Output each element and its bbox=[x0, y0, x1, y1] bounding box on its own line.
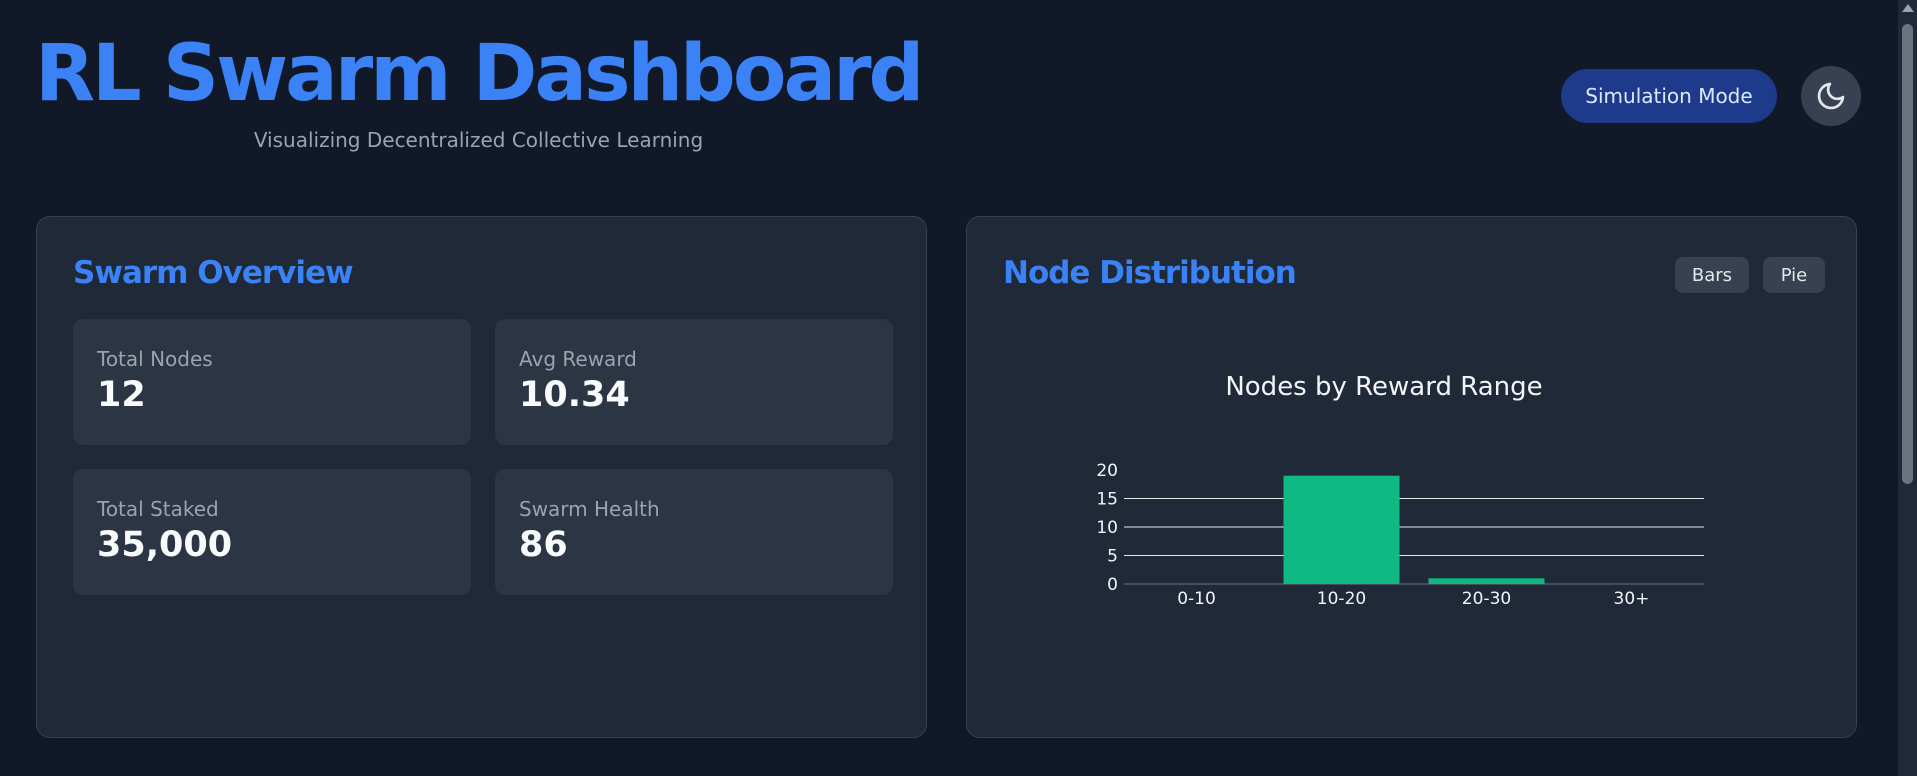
y-tick-label: 20 bbox=[1096, 461, 1118, 481]
page-scrollbar[interactable] bbox=[1898, 0, 1917, 776]
swarm-overview-card: Swarm Overview Total Nodes 12 Avg Reward… bbox=[36, 216, 927, 738]
x-tick-label: 0-10 bbox=[1177, 589, 1216, 609]
stat-value: 12 bbox=[97, 375, 146, 415]
stat-total-nodes: Total Nodes 12 bbox=[73, 319, 471, 445]
bar bbox=[1428, 578, 1545, 584]
page-subtitle: Visualizing Decentralized Collective Lea… bbox=[253, 128, 704, 152]
stat-swarm-health: Swarm Health 86 bbox=[495, 469, 893, 595]
stat-label: Total Nodes bbox=[97, 347, 213, 371]
header: RL Swarm Dashboard Visualizing Decentral… bbox=[0, 0, 1890, 190]
moon-icon bbox=[1817, 82, 1845, 110]
x-tick-label: 20-30 bbox=[1462, 589, 1511, 609]
x-tick-label: 30+ bbox=[1614, 589, 1650, 609]
stat-label: Avg Reward bbox=[519, 347, 637, 371]
stat-value: 35,000 bbox=[97, 525, 233, 565]
chart-title: Nodes by Reward Range bbox=[1225, 372, 1542, 402]
x-tick-label: 10-20 bbox=[1317, 589, 1366, 609]
scrollbar-thumb[interactable] bbox=[1902, 24, 1913, 484]
bar bbox=[1283, 475, 1400, 584]
theme-toggle-button[interactable] bbox=[1801, 66, 1861, 126]
stat-value: 10.34 bbox=[519, 375, 630, 415]
stat-value: 86 bbox=[519, 525, 568, 565]
node-distribution-card: Node Distribution Bars Pie Nodes by Rewa… bbox=[966, 216, 1857, 738]
page-title: RL Swarm Dashboard bbox=[35, 29, 924, 119]
stat-total-staked: Total Staked 35,000 bbox=[73, 469, 471, 595]
swarm-overview-title: Swarm Overview bbox=[73, 255, 354, 291]
scroll-up-icon[interactable] bbox=[1902, 4, 1914, 12]
y-tick-label: 10 bbox=[1096, 518, 1118, 538]
y-tick-label: 0 bbox=[1107, 575, 1118, 595]
stat-label: Swarm Health bbox=[519, 497, 660, 521]
stat-avg-reward: Avg Reward 10.34 bbox=[495, 319, 893, 445]
y-tick-label: 5 bbox=[1107, 547, 1118, 567]
y-tick-label: 15 bbox=[1096, 490, 1118, 510]
reward-range-chart: Nodes by Reward Range 0 5 10 15 20 0-10 10-20 20… bbox=[1096, 372, 1704, 609]
stat-label: Total Staked bbox=[97, 497, 219, 521]
simulation-mode-button[interactable]: Simulation Mode bbox=[1561, 69, 1777, 123]
